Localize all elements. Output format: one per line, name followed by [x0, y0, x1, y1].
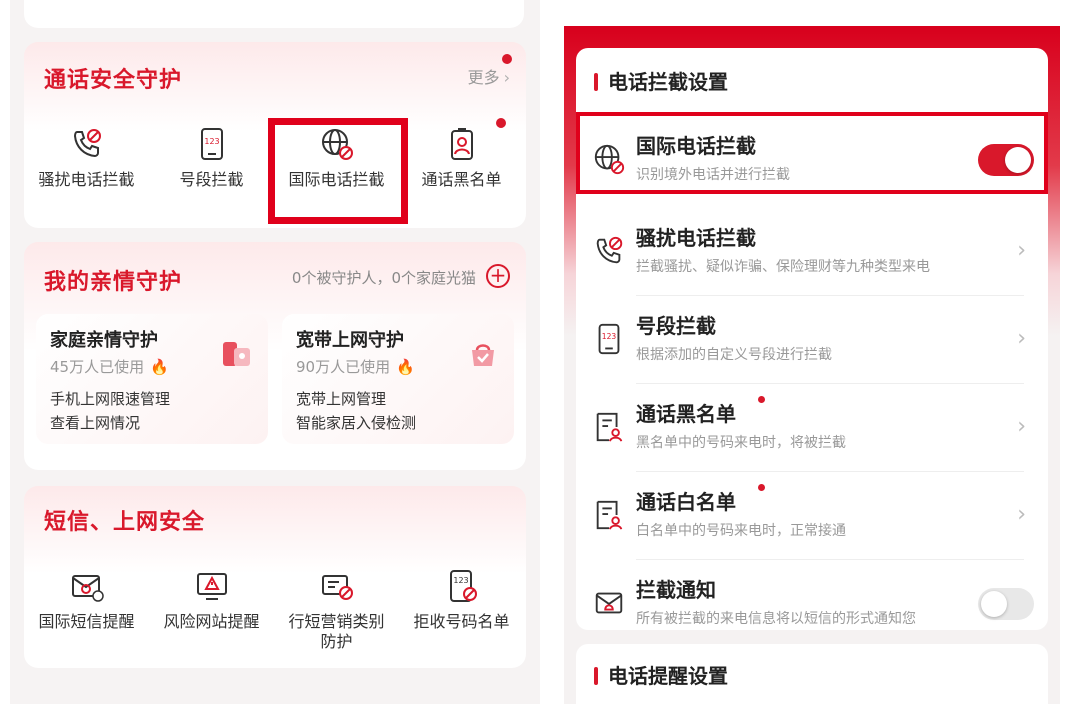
list-person-icon [596, 412, 623, 442]
guarded-count: 0个被守护人，0个家庭光猫 [291, 269, 476, 287]
row-title: 通话白名单 [636, 490, 736, 514]
block-notification-toggle[interactable] [978, 588, 1034, 620]
more-label: 更多 [467, 68, 500, 87]
grid-item-harassment-block[interactable]: 骚扰电话拦截 [24, 126, 149, 190]
grid-item-reject-number[interactable]: 123 拒收号码名单 [399, 568, 524, 652]
broadband-guard-card[interactable]: 宽带上网守护 90万人已使用 🔥 宽带上网管理 智能家居入侵检测 [282, 314, 514, 444]
broadband-icon [472, 344, 494, 366]
grid-item-label: 行短营销类别防护 [288, 612, 385, 651]
grid-item-marketing-sms[interactable]: 行短营销类别防护 [274, 568, 399, 652]
row-subtitle: 根据添加的自定义号段进行拦截 [636, 347, 832, 363]
number-segment-icon: 123 [598, 323, 620, 355]
sms-web-title: 短信、上网安全 [44, 510, 206, 535]
reject-number-icon: 123 [449, 570, 477, 602]
grid-item-label: 通话黑名单 [421, 170, 502, 189]
family-guard-desc-2: 查看上网情况 [50, 414, 141, 432]
call-safety-title: 通话安全守护 [44, 68, 183, 93]
marketing-sms-icon [321, 575, 353, 600]
chevron-right-icon: › [1017, 238, 1026, 263]
list-person-icon [596, 500, 623, 530]
row-subtitle: 白名单中的号码来电时，正常接通 [636, 523, 846, 539]
toggle-knob [981, 591, 1007, 617]
family-guard-card[interactable]: 家庭亲情守护 45万人已使用 🔥 手机上网限速管理 查看上网情况 [36, 314, 268, 444]
phone-block-icon [596, 236, 623, 264]
row-title: 拦截通知 [636, 578, 716, 602]
family-protection-card: 我的亲情守护 0个被守护人，0个家庭光猫 + 家庭亲情守护 45万人已使用 🔥 手… [24, 242, 526, 470]
svg-text:123: 123 [453, 576, 468, 585]
row-subtitle: 黑名单中的号码来电时，将被拦截 [636, 435, 846, 451]
row-call-whitelist[interactable]: 通话白名单 白名单中的号码来电时，正常接通 › [576, 472, 1048, 560]
sms-web-grid: 国际短信提醒 风险网站提醒 行短营销类别防护 123 拒收号码名单 [24, 568, 526, 652]
risk-site-icon [196, 573, 227, 600]
fire-icon: 🔥 [150, 358, 169, 376]
highlight-intl-call-row [576, 112, 1048, 194]
row-call-blacklist[interactable]: 通话黑名单 黑名单中的号码来电时，将被拦截 › [576, 384, 1048, 472]
broadband-guard-users: 90万人已使用 🔥 [296, 356, 415, 377]
sms-web-safety-card: 短信、上网安全 国际短信提醒 风险网站提醒 行短营销类别防护 123 拒收号码名… [24, 486, 526, 668]
row-subtitle: 所有被拦截的来电信息将以短信的形式通知您 [636, 611, 916, 627]
grid-item-intl-sms[interactable]: 国际短信提醒 [24, 568, 149, 652]
whitelist-new-dot [758, 484, 765, 491]
chevron-right-icon: › [1017, 326, 1026, 351]
section-title: 电话提醒设置 [608, 664, 728, 688]
row-title: 骚扰电话拦截 [636, 226, 756, 250]
screenshot-root: 通话安全守护 更多 › 骚扰电话拦截 123 号段拦截 国际电话拦截 通话黑名单… [0, 0, 1080, 704]
left-panel: 通话安全守护 更多 › 骚扰电话拦截 123 号段拦截 国际电话拦截 通话黑名单… [10, 0, 540, 704]
users-count: 45万人已使用 [50, 358, 145, 376]
family-guard-users: 45万人已使用 🔥 [50, 356, 169, 377]
section-accent-bar [594, 73, 598, 91]
family-icon [223, 342, 250, 366]
section-header: 电话提醒设置 [594, 660, 728, 689]
chevron-right-icon: › [503, 68, 510, 87]
blacklist-new-dot [758, 396, 765, 403]
envelope-bell-icon [595, 592, 623, 614]
section-title: 电话拦截设置 [608, 70, 728, 94]
row-title: 号段拦截 [636, 314, 716, 338]
row-block-notification[interactable]: 拦截通知 所有被拦截的来电信息将以短信的形式通知您 [576, 560, 1048, 648]
grid-item-risk-site[interactable]: 风险网站提醒 [149, 568, 274, 652]
previous-card-edge [24, 0, 524, 28]
blacklist-notification-dot [496, 118, 506, 128]
row-number-segment[interactable]: 123 号段拦截 根据添加的自定义号段进行拦截 › [576, 296, 1048, 384]
users-count: 90万人已使用 [296, 358, 391, 376]
more-link[interactable]: 更多 › [468, 64, 510, 88]
svg-text:123: 123 [602, 332, 617, 341]
fire-icon: 🔥 [396, 358, 415, 376]
broadband-guard-desc-1: 宽带上网管理 [296, 390, 387, 408]
phone-block-icon [73, 129, 101, 158]
section-header: 电话拦截设置 [594, 66, 728, 95]
more-notification-dot [502, 54, 512, 64]
intl-sms-icon [71, 575, 104, 602]
chevron-right-icon: › [1017, 502, 1026, 527]
section-accent-bar [594, 667, 598, 685]
number-segment-icon: 123 [200, 128, 223, 160]
grid-item-label: 风险网站提醒 [163, 612, 260, 631]
add-guardian-button[interactable]: + [486, 264, 510, 288]
family-guard-desc-1: 手机上网限速管理 [50, 390, 171, 408]
grid-item-number-segment[interactable]: 123 号段拦截 [149, 126, 274, 190]
call-reminder-settings-card: 电话提醒设置 [576, 644, 1048, 704]
family-guard-title: 家庭亲情守护 [50, 330, 158, 351]
row-title: 通话黑名单 [636, 402, 736, 426]
grid-item-label: 号段拦截 [179, 170, 244, 189]
family-title: 我的亲情守护 [44, 270, 183, 295]
grid-item-label: 骚扰电话拦截 [38, 170, 135, 189]
plus-icon: + [489, 263, 507, 287]
grid-item-call-blacklist[interactable]: 通话黑名单 [399, 118, 524, 190]
grid-item-label: 国际短信提醒 [38, 612, 135, 631]
row-subtitle: 拦截骚扰、疑似诈骗、保险理财等九种类型来电 [636, 259, 930, 275]
right-panel: 电话拦截设置 国际电话拦截 识别境外电话并进行拦截 骚扰电话拦截 拦截骚扰、疑似… [564, 26, 1060, 704]
highlight-intl-call-block [268, 118, 408, 224]
contact-badge-icon [450, 128, 473, 160]
svg-text:123: 123 [204, 137, 219, 146]
broadband-guard-title: 宽带上网守护 [296, 330, 404, 351]
chevron-right-icon: › [1017, 414, 1026, 439]
grid-item-label: 拒收号码名单 [413, 612, 510, 631]
broadband-guard-desc-2: 智能家居入侵检测 [296, 414, 417, 432]
row-harassment-block[interactable]: 骚扰电话拦截 拦截骚扰、疑似诈骗、保险理财等九种类型来电 › [576, 208, 1048, 296]
